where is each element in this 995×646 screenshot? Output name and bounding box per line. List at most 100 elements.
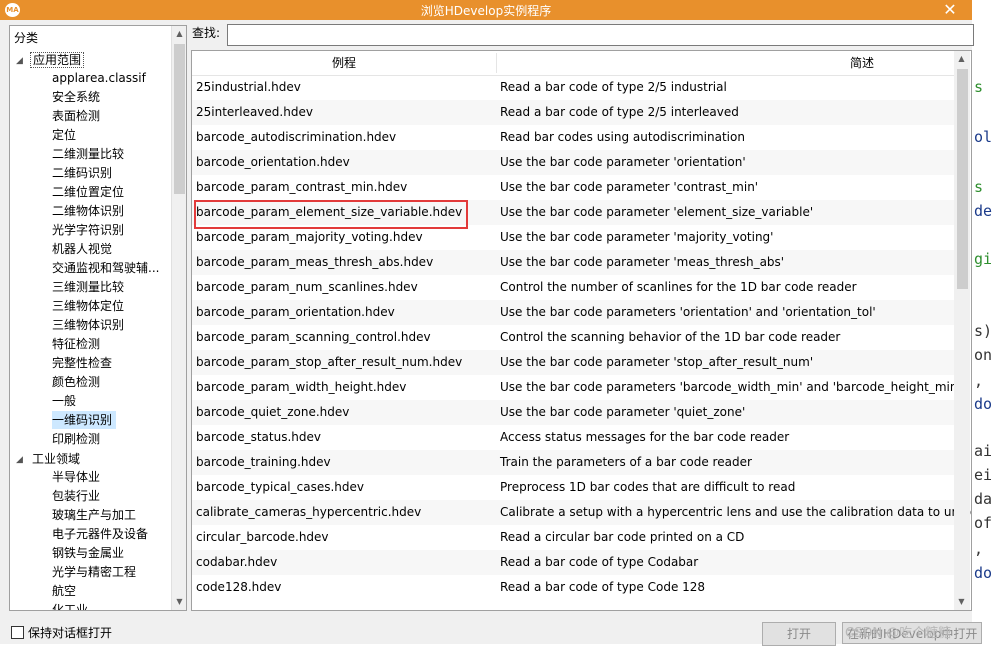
scroll-up-icon[interactable]: ▲ bbox=[172, 26, 186, 42]
background-code-fragment: gi bbox=[974, 250, 993, 268]
table-row[interactable]: barcode_param_orientation.hdev Use the ba… bbox=[192, 300, 955, 325]
tree-leaf-item[interactable]: applarea.classif bbox=[52, 69, 146, 87]
example-file-cell: circular_barcode.hdev bbox=[196, 530, 329, 544]
annotation-highlight-box bbox=[194, 200, 468, 229]
table-row[interactable]: barcode_param_width_height.hdev Use the b… bbox=[192, 375, 961, 400]
scroll-up-icon[interactable]: ▲ bbox=[954, 51, 969, 67]
example-description-cell: Use the bar code parameter 'majority_vot… bbox=[500, 230, 774, 244]
table-row[interactable]: barcode_param_num_scanlines.hdev Control … bbox=[192, 275, 955, 300]
tree-node-industry[interactable]: 工业领域 bbox=[32, 450, 80, 468]
open-button[interactable]: 打开 bbox=[762, 622, 836, 646]
scroll-thumb[interactable] bbox=[174, 44, 185, 194]
tree-leaf-item[interactable]: 包装行业 bbox=[52, 487, 100, 505]
background-code-fragment: , bbox=[974, 540, 984, 558]
background-code-fragment: do bbox=[974, 395, 993, 413]
tree-leaf-item[interactable]: 机器人视觉 bbox=[52, 240, 112, 258]
table-row[interactable]: barcode_param_stop_after_result_num.hdev… bbox=[192, 350, 955, 375]
example-file-cell: barcode_typical_cases.hdev bbox=[196, 480, 364, 494]
tree-leaf-item[interactable]: 交通监视和驾驶辅... bbox=[52, 259, 159, 277]
table-row[interactable]: barcode_param_meas_thresh_abs.hdev Use th… bbox=[192, 250, 955, 275]
search-input[interactable] bbox=[227, 24, 974, 46]
tree-leaf-item[interactable]: 印刷检测 bbox=[52, 430, 100, 448]
tree-leaf-item[interactable]: 特征检测 bbox=[52, 335, 100, 353]
example-file-cell: code128.hdev bbox=[196, 580, 282, 594]
tree-leaf-item[interactable]: 钢铁与金属业 bbox=[52, 544, 124, 562]
tree-leaf-item[interactable]: 二维码识别 bbox=[52, 164, 112, 182]
tree-leaf-item[interactable]: 安全系统 bbox=[52, 88, 100, 106]
example-file-cell: barcode_param_num_scanlines.hdev bbox=[196, 280, 418, 294]
table-row[interactable]: barcode_param_scanning_control.hdev Contr… bbox=[192, 325, 955, 350]
category-tree[interactable]: 分类 ◢ 应用范围 applarea.classif 安全系统 表面检测 定位 二维测量… bbox=[9, 25, 187, 611]
scroll-down-icon[interactable]: ▼ bbox=[172, 594, 186, 610]
example-description-cell: Control the scanning behavior of the 1D … bbox=[500, 330, 841, 344]
keep-open-checkbox[interactable] bbox=[11, 626, 24, 639]
table-row[interactable]: barcode_training.hdev Train the parameter… bbox=[192, 450, 955, 475]
table-row[interactable]: barcode_autodiscrimination.hdev Read bar … bbox=[192, 125, 955, 150]
watermark: CSDN @吃个糖糖 bbox=[845, 626, 952, 641]
tree-leaf-item[interactable]: 半导体业 bbox=[52, 468, 100, 486]
table-row[interactable]: barcode_status.hdev Access status message… bbox=[192, 425, 955, 450]
scroll-down-icon[interactable]: ▼ bbox=[954, 594, 969, 610]
close-button[interactable]: ✕ bbox=[930, 0, 970, 19]
tree-leaf-item[interactable]: 光学字符识别 bbox=[52, 221, 124, 239]
tree-leaf-item[interactable]: 电子元器件及设备 bbox=[52, 525, 148, 543]
tree-leaf-item[interactable]: 完整性检查 bbox=[52, 354, 112, 372]
column-header-example[interactable]: 例程 bbox=[192, 51, 496, 75]
table-row[interactable]: codabar.hdev Read a bar code of type Coda… bbox=[192, 550, 955, 575]
collapse-icon[interactable]: ◢ bbox=[16, 56, 26, 66]
table-row[interactable]: circular_barcode.hdev Read a circular bar… bbox=[192, 525, 955, 550]
example-file-cell: barcode_param_orientation.hdev bbox=[196, 305, 395, 319]
example-description-cell: Read a bar code of type 2/5 interleaved bbox=[500, 105, 739, 119]
scroll-thumb[interactable] bbox=[957, 69, 968, 289]
keep-open-label: 保持对话框打开 bbox=[28, 626, 113, 640]
table-row[interactable]: barcode_param_contrast_min.hdev Use the b… bbox=[192, 175, 955, 200]
tree-leaf-item[interactable]: 二维测量比较 bbox=[52, 145, 124, 163]
table-scrollbar[interactable]: ▲ ▼ bbox=[954, 51, 970, 610]
background-code-fragment: s) bbox=[974, 322, 993, 340]
example-description-cell: Read a bar code of type Codabar bbox=[500, 555, 699, 569]
background-code-fragment: s bbox=[974, 178, 984, 196]
tree-leaf-item[interactable]: 表面检测 bbox=[52, 107, 100, 125]
tree-leaf-item[interactable]: 二维位置定位 bbox=[52, 183, 124, 201]
tree-leaf-item[interactable]: 光学与精密工程 bbox=[52, 563, 136, 581]
example-file-cell: barcode_param_contrast_min.hdev bbox=[196, 180, 408, 194]
tree-leaf-item[interactable]: 三维物体识别 bbox=[52, 316, 124, 334]
example-file-cell: barcode_orientation.hdev bbox=[196, 155, 350, 169]
tree-leaf-item[interactable]: 一维码识别 bbox=[52, 411, 117, 429]
tree-leaf-item[interactable]: 航空 bbox=[52, 582, 76, 600]
tree-leaf-item[interactable]: 玻璃生产与加工 bbox=[52, 506, 136, 524]
tree-leaf-item[interactable]: 三维测量比较 bbox=[52, 278, 124, 296]
tree-leaf-item[interactable]: 定位 bbox=[52, 126, 76, 144]
background-code-fragment: do bbox=[974, 564, 993, 582]
example-description-cell: Preprocess 1D bar codes that are difficu… bbox=[500, 480, 796, 494]
table-header: 例程 简述 bbox=[192, 51, 955, 76]
search-label: 查找: bbox=[192, 26, 221, 40]
tree-leaf-item[interactable]: 三维物体定位 bbox=[52, 297, 124, 315]
example-file-cell: codabar.hdev bbox=[196, 555, 278, 569]
table-row[interactable]: calibrate_cameras_hypercentric.hdev Calib… bbox=[192, 500, 971, 525]
window-title: 浏览HDevelop实例程序 bbox=[420, 4, 552, 18]
example-description-cell: Calibrate a setup with a hypercentric le… bbox=[500, 505, 972, 519]
tree-leaf-item[interactable]: 颜色检测 bbox=[52, 373, 100, 391]
table-row[interactable]: code128.hdev Read a bar code of type Code… bbox=[192, 575, 955, 600]
collapse-icon[interactable]: ◢ bbox=[16, 455, 26, 465]
example-description-cell: Use the bar code parameters 'barcode_wid… bbox=[500, 380, 961, 394]
table-row[interactable]: barcode_typical_cases.hdev Preprocess 1D … bbox=[192, 475, 955, 500]
example-file-cell: barcode_param_width_height.hdev bbox=[196, 380, 407, 394]
background-editor: s ol s de gi s) on, do ai ei da of, do bbox=[972, 0, 995, 644]
table-row[interactable]: barcode_orientation.hdev Use the bar code… bbox=[192, 150, 955, 175]
background-code-fragment: of bbox=[974, 514, 993, 532]
tree-leaf-item[interactable]: 一般 bbox=[52, 392, 76, 410]
background-code-fragment: ai bbox=[974, 442, 993, 460]
table-row[interactable]: 25interleaved.hdev Read a bar code of typ… bbox=[192, 100, 955, 125]
examples-table[interactable]: 例程 简述 25industrial.hdev Read a bar code o… bbox=[191, 50, 972, 611]
tree-header: 分类 bbox=[14, 31, 39, 45]
table-row[interactable]: 25industrial.hdev Read a bar code of type… bbox=[192, 75, 955, 100]
example-description-cell: Use the bar code parameter 'quiet_zone' bbox=[500, 405, 746, 419]
tree-scrollbar[interactable]: ▲ ▼ bbox=[171, 26, 186, 610]
tree-leaf-item[interactable]: 化工业 bbox=[52, 601, 88, 610]
tree-leaf-item[interactable]: 二维物体识别 bbox=[52, 202, 124, 220]
column-header-description[interactable]: 简述 bbox=[497, 51, 971, 75]
table-row[interactable]: barcode_quiet_zone.hdev Use the bar code … bbox=[192, 400, 955, 425]
tree-node-application-area[interactable]: 应用范围 bbox=[30, 51, 85, 69]
